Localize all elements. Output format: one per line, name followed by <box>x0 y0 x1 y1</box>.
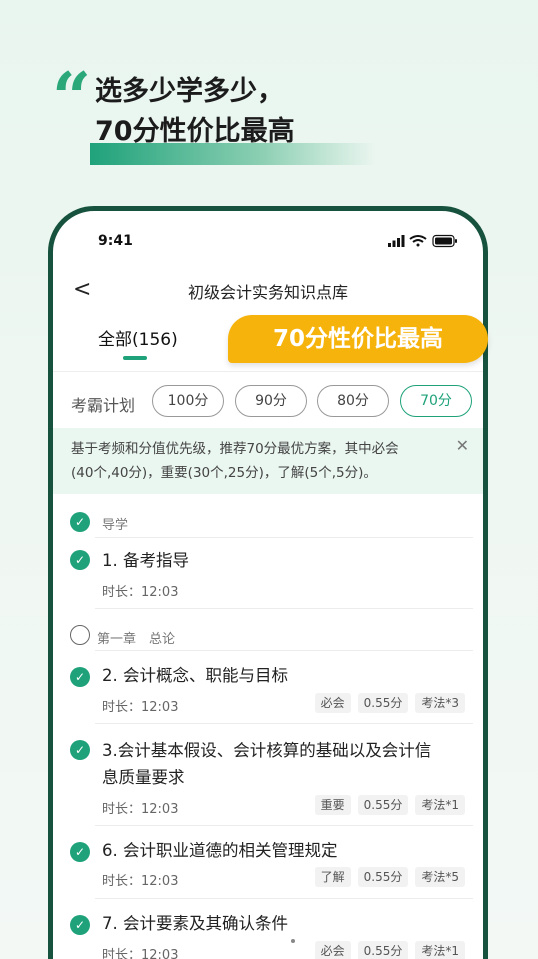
lesson-title-line-1: 3.会计基本假设、会计核算的基础以及会计信 <box>102 741 432 760</box>
tag-score: 0.55分 <box>357 795 409 815</box>
plan-option-80[interactable]: 80分 <box>317 385 389 417</box>
lesson-title[interactable]: 1. 备考指导 <box>102 547 189 574</box>
check-icon: ✓ <box>70 512 90 532</box>
check-icon: ✓ <box>70 915 90 935</box>
tag-score: 0.55分 <box>357 941 409 959</box>
navbar: < 初级会计实务知识点库 <box>53 271 483 311</box>
tag-method: 考法*1 <box>415 941 465 959</box>
tip-line-1: 基于考频和分值优先级，推荐70分最优方案，其中必会 <box>71 441 399 457</box>
lesson-title[interactable]: 3.会计基本假设、会计核算的基础以及会计信 息质量要求 <box>102 737 431 791</box>
lesson-title[interactable]: 2. 会计概念、职能与目标 <box>102 662 288 689</box>
lesson-tags: 必会 0.55分 考法*1 <box>314 941 465 959</box>
divider <box>53 371 483 372</box>
lesson-tags: 了解 0.55分 考法*5 <box>314 867 465 887</box>
check-icon: ✓ <box>70 667 90 687</box>
close-icon[interactable]: ✕ <box>456 434 469 458</box>
section-title: 第一章 总论 <box>97 632 176 647</box>
check-icon: ✓ <box>70 842 90 862</box>
check-icon: ✓ <box>70 740 90 760</box>
tag-method: 考法*5 <box>415 867 465 887</box>
lesson-duration: 时长：12:03 <box>102 802 179 817</box>
status-bar: 9:41 <box>53 211 483 271</box>
headline-underline <box>90 143 375 165</box>
tag-method: 考法*1 <box>415 795 465 815</box>
tag-level: 必会 <box>314 941 351 959</box>
tag-level: 了解 <box>314 867 351 887</box>
scroll-dot <box>291 939 295 943</box>
lesson-duration: 时长：12:03 <box>102 948 179 959</box>
lesson-duration: 时长：12:03 <box>102 700 179 715</box>
tag-score: 0.55分 <box>357 693 409 713</box>
section-title: 导学 <box>102 518 129 533</box>
wifi-icon <box>409 235 427 247</box>
tip-line-2: (40个,40分)，重要(30个,25分)，了解(5个,5分)。 <box>71 465 377 481</box>
tag-method: 考法*3 <box>415 693 465 713</box>
tag-level: 重要 <box>314 795 351 815</box>
lesson-title[interactable]: 7. 会计要素及其确认条件 <box>102 910 288 937</box>
lesson-duration: 时长：12:03 <box>102 585 179 600</box>
lesson-title[interactable]: 6. 会计职业道德的相关管理规定 <box>102 837 338 864</box>
status-time: 9:41 <box>98 233 133 249</box>
status-icons <box>388 234 457 248</box>
plan-option-90[interactable]: 90分 <box>235 385 307 417</box>
plan-option-100[interactable]: 100分 <box>152 385 224 417</box>
lesson-tags: 重要 0.55分 考法*1 <box>314 795 465 815</box>
lesson-tags: 必会 0.55分 考法*3 <box>314 693 465 713</box>
quote-mark-icon: “ <box>52 58 92 138</box>
tag-score: 0.55分 <box>357 867 409 887</box>
tab-all[interactable]: 全部(156) <box>98 325 178 350</box>
promo-line-1: 选多少学多少， <box>95 76 284 107</box>
lesson-title-line-2: 息质量要求 <box>102 768 185 787</box>
page-title: 初级会计实务知识点库 <box>187 283 348 302</box>
divider <box>95 723 473 724</box>
divider <box>95 825 473 826</box>
incomplete-circle-icon <box>70 625 90 645</box>
promo-badge: 70分性价比最高 <box>228 315 488 363</box>
promo-headline: 选多少学多少， 70分性价比最高 <box>95 72 295 152</box>
lesson-duration: 时长：12:03 <box>102 874 179 889</box>
divider <box>95 608 473 609</box>
battery-icon <box>432 234 457 248</box>
divider <box>95 898 473 899</box>
tag-level: 必会 <box>314 693 351 713</box>
check-icon: ✓ <box>70 550 90 570</box>
divider <box>95 650 473 651</box>
tab-indicator <box>123 356 147 360</box>
tip-banner: 基于考频和分值优先级，推荐70分最优方案，其中必会 (40个,40分)，重要(3… <box>53 428 483 494</box>
plan-label: 考霸计划 <box>71 396 136 415</box>
plan-option-70[interactable]: 70分 <box>400 385 472 417</box>
signal-icon <box>388 235 405 247</box>
divider <box>95 537 473 538</box>
